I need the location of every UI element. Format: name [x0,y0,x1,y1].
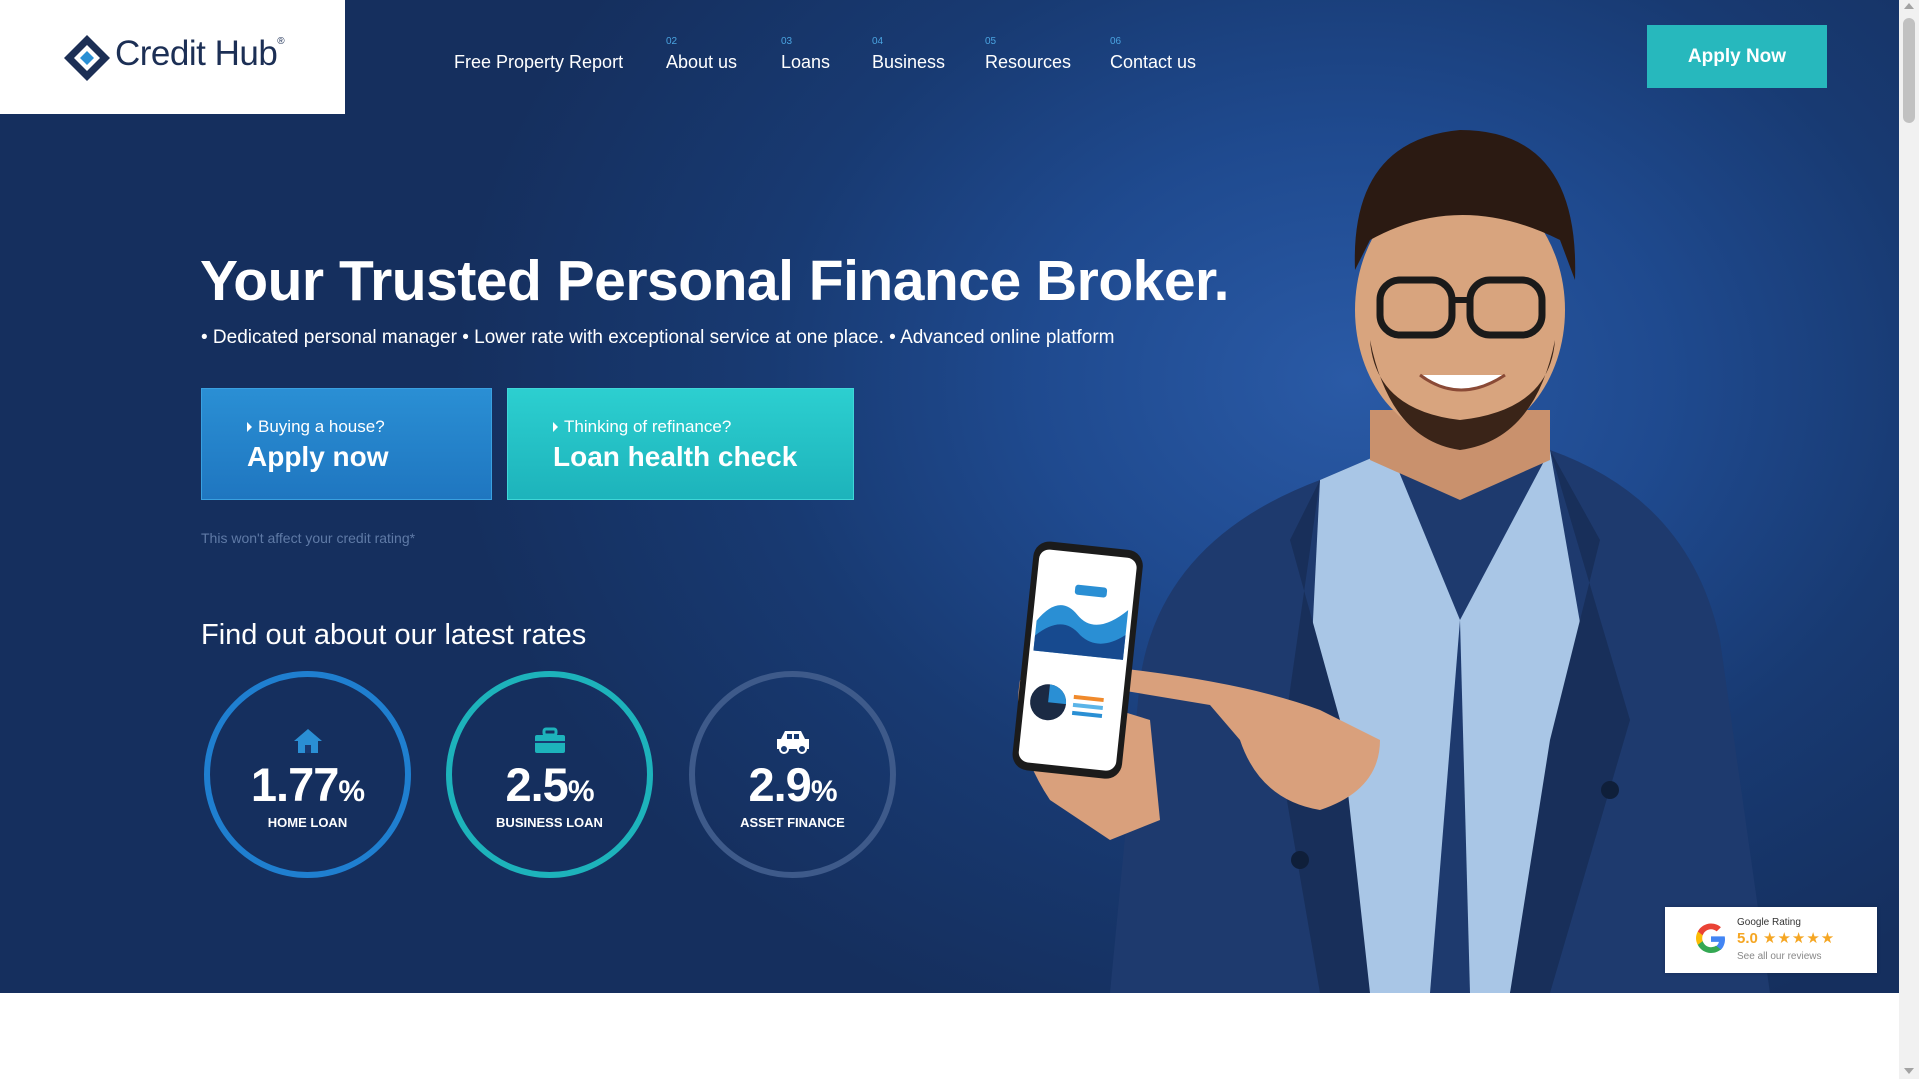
logo[interactable]: Credit Hub® [0,0,345,114]
scroll-down-arrow-icon[interactable] [1904,1068,1914,1074]
star-rating-icon: ★★★★★ [1763,930,1836,947]
rate-business-loan[interactable]: 2.5% BUSINESS LOAN [446,671,653,878]
car-icon [776,731,809,754]
rate-asset-finance[interactable]: 2.9% ASSET FINANCE [689,671,896,878]
see-reviews-link[interactable]: See all our reviews [1737,951,1821,962]
nav-resources[interactable]: 05 Resources [985,36,1071,73]
google-g-icon [1696,923,1725,953]
scroll-up-arrow-icon[interactable] [1904,3,1914,9]
google-rating-widget[interactable]: Google Rating 5.0 ★★★★★ See all our revi… [1665,907,1877,973]
credit-disclaimer: This won't affect your credit rating* [201,530,416,546]
caret-right-icon [553,421,558,432]
scrollbar-thumb[interactable] [1903,18,1915,123]
nav-loans[interactable]: 03 Loans [781,36,830,73]
apply-now-button[interactable]: Apply Now [1647,25,1827,88]
brand-name: Credit Hub® [115,34,285,73]
scrollbar-track[interactable] [1899,0,1919,1079]
refinance-health-check-button[interactable]: Thinking of refinance? Loan health check [507,388,854,500]
briefcase-icon [534,727,565,753]
nav-about-us[interactable]: 02 About us [666,36,737,73]
nav-contact-us[interactable]: 06 Contact us [1110,36,1196,73]
rates-title: Find out about our latest rates [201,619,587,651]
hero-section: Credit Hub® Free Property Report 02 Abou… [0,0,1899,993]
hero-subline: • Dedicated personal manager • Lower rat… [201,327,1115,348]
buy-house-apply-button[interactable]: Buying a house? Apply now [201,388,492,500]
rate-home-loan[interactable]: 1.77% HOME LOAN [204,671,411,878]
credit-hub-logo-icon [64,35,110,81]
nav-business[interactable]: 04 Business [872,36,945,73]
house-icon [293,729,322,753]
nav-free-property-report[interactable]: Free Property Report [454,38,623,73]
hero-headline: Your Trusted Personal Finance Broker. [200,249,1229,313]
caret-right-icon [247,421,252,432]
